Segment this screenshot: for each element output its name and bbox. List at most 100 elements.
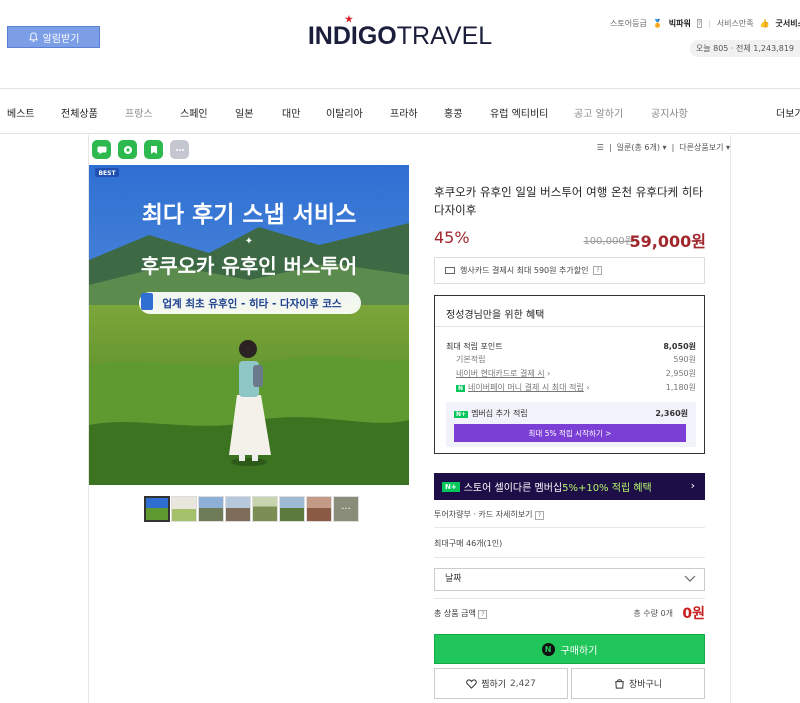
nav-item-france[interactable]: 프랑스 <box>125 105 153 120</box>
discount-rate: 45% <box>434 228 470 247</box>
membership-banner[interactable]: N+ 스토어 셀이다른 멤버십 5%+10% 적립 혜택 › <box>434 473 705 500</box>
nav-item-notice-board[interactable]: 공고 알하기 <box>574 105 623 120</box>
membership-value: 2,360원 <box>655 409 688 418</box>
cart-button[interactable]: 장바구니 <box>571 668 705 699</box>
divider <box>434 557 705 558</box>
total-label: 총 상품 금액 ? <box>434 608 488 619</box>
help-icon[interactable]: ? <box>593 266 603 275</box>
nav-item-announcements[interactable]: 공지사항 <box>651 105 688 120</box>
credit-card-icon <box>445 267 455 274</box>
basic-point-label: 기본적립 <box>456 355 486 364</box>
nav-item-japan[interactable]: 일본 <box>235 105 253 120</box>
buy-label: 구매하기 <box>560 645 598 657</box>
heart-icon <box>466 678 477 689</box>
basic-point-row: 기본적립 590원 <box>446 354 696 365</box>
talk-share-icon[interactable] <box>92 140 111 159</box>
thumbnail-3[interactable] <box>198 496 224 522</box>
date-select-value: 날짜 <box>445 574 462 584</box>
original-price: 100,000원 <box>583 236 634 247</box>
image-headline-1: 최다 후기 스냅 서비스 <box>142 202 356 228</box>
sort-divider: | <box>608 143 612 152</box>
help-icon[interactable]: ? <box>478 610 488 619</box>
membership-label: 멤버십 추가 적립 <box>471 409 528 418</box>
blog-share-icon[interactable] <box>144 140 163 159</box>
membership-row: N+ 멤버십 추가 적립 2,360원 <box>454 408 688 419</box>
chevron-right-icon: › <box>586 383 590 392</box>
wishlist-count: 2,427 <box>510 678 536 689</box>
band-share-icon[interactable] <box>118 140 137 159</box>
tour-photo-illustration: BEST 최다 후기 스냅 서비스 ✦ 후쿠오카 유후인 버스투어 업계 최초 … <box>89 165 409 485</box>
thumbnail-more-icon[interactable]: ··· <box>333 496 359 522</box>
help-icon[interactable]: ? <box>535 511 545 520</box>
store-grade-label: 스토어등급 <box>610 19 647 28</box>
nav-item-best[interactable]: 베스트 <box>7 105 35 120</box>
sort-divider: | <box>671 143 675 152</box>
naver-plus-icon: N+ <box>442 481 460 492</box>
cart-label: 장바구니 <box>628 680 663 690</box>
thumbnail-5[interactable] <box>252 496 278 522</box>
hyundai-card-label[interactable]: 네이버 현대카드로 결제 시 <box>456 369 545 378</box>
wishlist-button[interactable]: 찜하기 2,427 <box>434 668 568 699</box>
nav-item-taiwan[interactable]: 대만 <box>282 105 300 120</box>
more-share-icon[interactable] <box>170 140 189 159</box>
banner-highlight: 5%+10% 적립 혜택 <box>562 483 652 494</box>
price-row: 45% 100,000원 59,000원 <box>434 228 706 251</box>
other-products-dropdown[interactable]: 다른상품보기 ▾ <box>679 142 730 153</box>
product-sort-bar: ☰ | 일룬(총 6개) ▾ | 다른상품보기 ▾ <box>597 142 730 153</box>
nav-item-all[interactable]: 전체상품 <box>61 105 98 120</box>
benefit-box: 정성경님만을 위한 혜택 최대 적립 포인트 8,050원 기본적립 590원 … <box>434 295 705 454</box>
divider <box>435 326 704 327</box>
total-row: 총 상품 금액 ? 총 수량 0개 0원 <box>434 605 705 623</box>
npay-money-row[interactable]: N 네이버페이 머니 결제 시 최대 적립 › 1,180원 <box>446 382 696 393</box>
divider <box>434 527 705 528</box>
membership-start-button[interactable]: 최대 5% 적립 시작하기 > <box>454 424 686 442</box>
wishlist-label: 찜하기 <box>481 680 507 690</box>
book-icon <box>141 293 153 310</box>
delivery-label: 투어차량부 · 카드 자세히보기 <box>434 510 533 519</box>
npay-money-label[interactable]: 네이버페이 머니 결제 시 최대 적립 <box>468 383 584 392</box>
max-purchase: 최대구매 46개(1인) <box>434 539 503 548</box>
nav-item-prague[interactable]: 프라하 <box>390 105 418 120</box>
hyundai-card-value: 2,950원 <box>665 369 696 378</box>
top-header: 알림받기 ★ INDIGOTRAVEL 스토어등급 🏅 빅파워 ? | 서비스만족… <box>0 0 800 88</box>
naver-plus-icon: N+ <box>454 411 469 418</box>
nav-item-more[interactable]: 더보기 <box>776 105 800 120</box>
logo-light-text: TRAVEL <box>396 22 493 50</box>
npay-logo-icon: N <box>541 642 555 656</box>
thumbnail-4[interactable] <box>225 496 251 522</box>
service-label: 서비스만족 <box>716 19 754 28</box>
nav-item-spain[interactable]: 스페인 <box>180 105 208 120</box>
thumbnail-2[interactable] <box>171 496 197 522</box>
max-point-label: 최대 적립 포인트 <box>446 342 503 351</box>
store-grade-area: 스토어등급 🏅 빅파워 ? | 서비스만족 👍 굿서비스 <box>610 18 800 29</box>
help-icon[interactable]: ? <box>696 19 703 28</box>
logo-star-icon: ★ <box>344 14 353 24</box>
thumbnail-1[interactable] <box>144 496 170 522</box>
shopping-bag-icon <box>615 679 624 689</box>
service-value: 굿서비스 <box>775 19 800 28</box>
product-main-image[interactable]: BEST 최다 후기 스냅 서비스 ✦ 후쿠오카 유후인 버스투어 업계 최초 … <box>89 165 409 485</box>
card-discount-notice: 행사카드 결제시 최대 590원 추가할인 ? <box>434 257 705 284</box>
visitor-count: 오늘 805 · 전체 1,243,819 <box>689 40 800 57</box>
view-dropdown[interactable]: 일룬(총 6개) ▾ <box>617 142 667 153</box>
image-tagline: 업계 최초 유후인 - 히타 - 다자이후 코스 <box>162 297 342 310</box>
logo-bold-text: ★ INDIGO <box>307 14 397 50</box>
thumbnail-6[interactable] <box>279 496 305 522</box>
chevron-right-icon: › <box>547 369 551 378</box>
membership-area: N+ 멤버십 추가 적립 2,360원 최대 5% 적립 시작하기 > <box>446 402 696 447</box>
buy-button[interactable]: N 구매하기 <box>434 634 705 664</box>
chevron-right-icon: › <box>690 479 695 492</box>
hyundai-card-row[interactable]: 네이버 현대카드로 결제 시 › 2,950원 <box>446 368 696 379</box>
list-view-icon[interactable]: ☰ <box>597 143 604 152</box>
nav-item-italy[interactable]: 이탈리아 <box>326 105 363 120</box>
nav-item-europe-activity[interactable]: 유럽 엑티비티 <box>490 105 548 120</box>
npay-icon: N <box>456 385 466 392</box>
max-point-value: 8,050원 <box>663 342 696 351</box>
npay-money-value: 1,180원 <box>665 383 696 392</box>
date-select[interactable]: 날짜 <box>434 568 705 591</box>
store-grade-value: 빅파워 <box>668 19 691 28</box>
thumbnail-strip: ··· <box>144 496 359 522</box>
thumbs-up-icon: 👍 <box>759 19 770 28</box>
nav-item-hongkong[interactable]: 홍콩 <box>444 105 462 120</box>
thumbnail-7[interactable] <box>306 496 332 522</box>
